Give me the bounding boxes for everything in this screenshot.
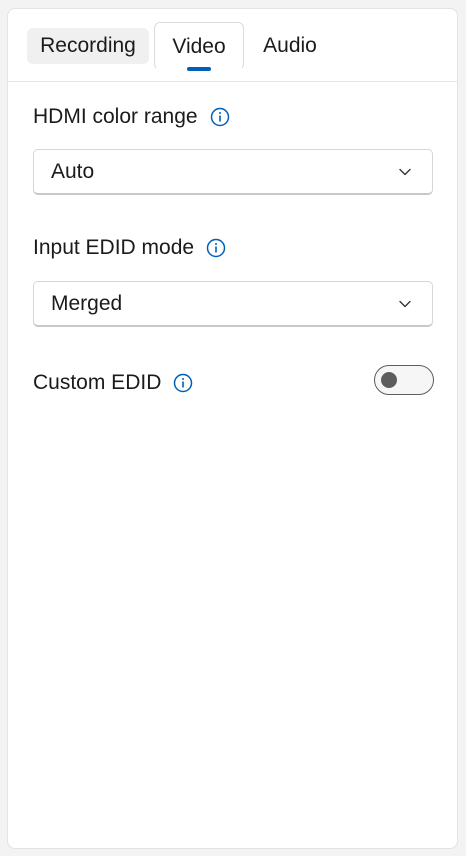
settings-panel: Recording Video Audio HDMI color range A… <box>7 8 458 849</box>
custom-edid-label: Custom EDID <box>33 371 162 394</box>
tab-bar: Recording Video Audio <box>8 9 457 82</box>
info-icon[interactable] <box>173 373 193 393</box>
toggle-knob <box>381 372 397 388</box>
input-edid-mode-select[interactable]: Merged <box>33 281 433 327</box>
tab-audio[interactable]: Audio <box>254 28 326 64</box>
custom-edid-toggle[interactable] <box>374 365 434 395</box>
tab-recording[interactable]: Recording <box>27 28 149 64</box>
tab-video[interactable]: Video <box>154 22 244 71</box>
tab-selected-indicator <box>187 67 211 71</box>
tab-recording-label: Recording <box>40 34 136 57</box>
hdmi-color-range-label: HDMI color range <box>33 105 198 128</box>
hdmi-color-range-select[interactable]: Auto <box>33 149 433 195</box>
input-edid-mode-label: Input EDID mode <box>33 236 195 259</box>
custom-edid-row: Custom EDID <box>33 367 193 399</box>
input-edid-mode-row: Input EDID mode <box>33 232 226 264</box>
tab-audio-label: Audio <box>263 34 317 57</box>
hdmi-color-range-value: Auto <box>51 160 95 183</box>
chevron-down-icon <box>399 168 411 176</box>
info-icon[interactable] <box>206 238 226 258</box>
info-icon[interactable] <box>210 107 230 127</box>
input-edid-mode-value: Merged <box>51 292 123 315</box>
hdmi-color-range-row: HDMI color range <box>33 101 230 133</box>
tab-video-label: Video <box>172 35 226 58</box>
chevron-down-icon <box>399 300 411 308</box>
